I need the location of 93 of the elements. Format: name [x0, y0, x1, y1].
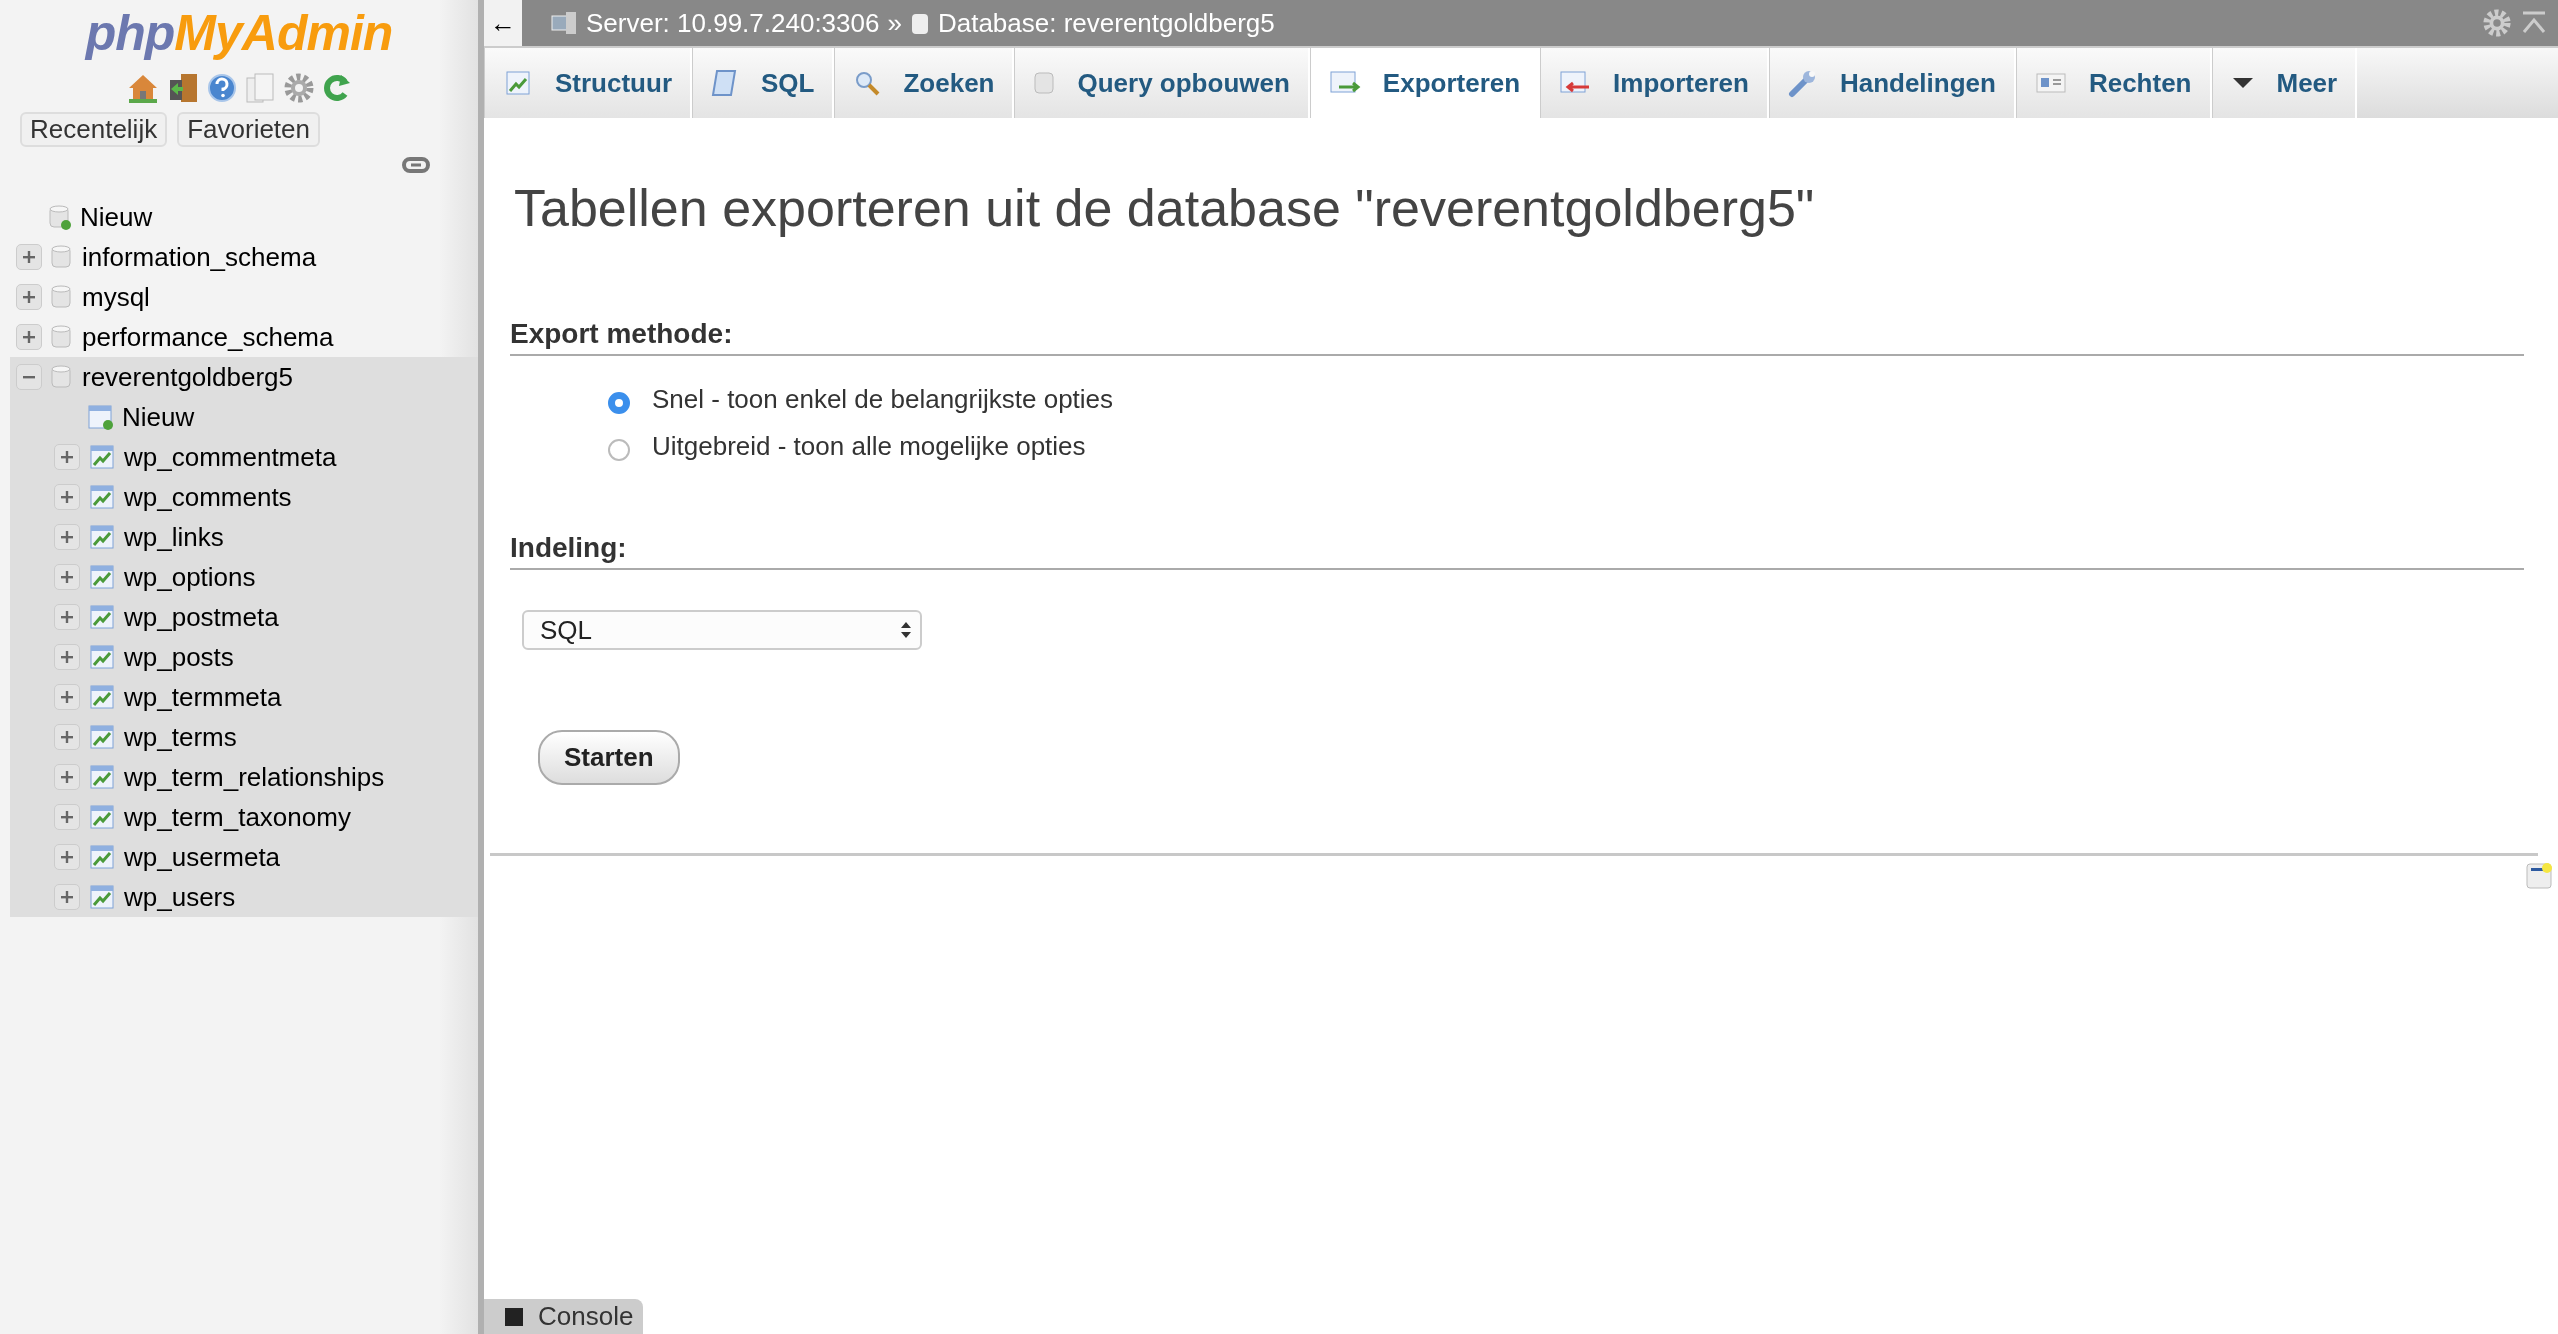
- expander-icon[interactable]: [54, 644, 80, 670]
- nav-tab[interactable]: Zoeken: [834, 48, 1015, 118]
- radio-button[interactable]: [608, 438, 630, 461]
- table-structure-icon: [88, 723, 116, 751]
- table-link[interactable]: wp_terms: [124, 721, 237, 753]
- settings-icon[interactable]: [283, 72, 315, 104]
- breadcrumb-separator: »: [887, 7, 902, 39]
- database-icon: [50, 283, 74, 311]
- wrench-icon: [1787, 68, 1818, 98]
- page-heading: Tabellen exporteren uit de database "reverentgoldberg5": [514, 178, 1816, 238]
- table-link[interactable]: wp_term_taxonomy: [124, 801, 351, 833]
- expander-icon[interactable]: [54, 444, 80, 470]
- home-icon[interactable]: [127, 73, 159, 103]
- database-link[interactable]: reverentgoldberg5: [82, 361, 294, 393]
- database-icon: [48, 203, 72, 231]
- table-link[interactable]: Nieuw: [122, 401, 195, 433]
- table-link[interactable]: wp_postmeta: [124, 601, 279, 633]
- nav-tab[interactable]: Structuur: [484, 48, 692, 118]
- page-settings-icon[interactable]: [2524, 860, 2554, 890]
- expander-icon[interactable]: [54, 844, 80, 870]
- expander-icon[interactable]: [16, 284, 42, 310]
- table-structure-icon: [88, 483, 116, 511]
- start-button[interactable]: Starten: [538, 730, 680, 785]
- nav-tab[interactable]: Query opbouwen: [1014, 48, 1310, 118]
- reload-icon[interactable]: [323, 73, 351, 103]
- up-down-arrows-icon: [900, 620, 912, 640]
- table-link[interactable]: wp_users: [124, 881, 236, 913]
- table-structure-icon: [88, 883, 116, 911]
- table-structure-icon: [88, 443, 116, 471]
- database-link[interactable]: Nieuw: [80, 201, 153, 233]
- table-link[interactable]: wp_commentmeta: [124, 441, 337, 473]
- expander-icon[interactable]: [54, 524, 80, 550]
- sidebar-tab[interactable]: Favorieten: [177, 112, 320, 147]
- database-icon: [50, 243, 74, 271]
- server-link[interactable]: Server: 10.99.7.240:3306: [586, 7, 880, 39]
- format-dropdown[interactable]: SQL: [522, 610, 922, 650]
- expander-icon[interactable]: [54, 724, 80, 750]
- radio-label[interactable]: Uitgebreid - toon alle mogelijke opties: [652, 431, 1086, 462]
- expander-icon[interactable]: [54, 684, 80, 710]
- table-link[interactable]: wp_comments: [124, 481, 292, 513]
- database-icon: [50, 323, 74, 351]
- sidebar-tab[interactable]: Recentelijk: [20, 112, 168, 147]
- expander-icon[interactable]: [54, 564, 80, 590]
- table-structure-icon: [88, 523, 116, 551]
- database-link[interactable]: performance_schema: [82, 321, 334, 353]
- table-link[interactable]: wp_termmeta: [124, 681, 282, 713]
- back-button[interactable]: ←: [484, 0, 522, 46]
- expander-icon[interactable]: [54, 764, 80, 790]
- table-structure-icon: [88, 763, 116, 791]
- new-table-icon: [86, 403, 114, 431]
- nav-tab[interactable]: Importeren: [1540, 48, 1769, 118]
- table-structure-icon: [88, 803, 116, 831]
- nav-tab[interactable]: Handelingen: [1768, 48, 2016, 118]
- radio-label[interactable]: Snel - toon enkel de belangrijkste opties: [652, 384, 1114, 415]
- nav-tab[interactable]: Meer: [2211, 48, 2358, 118]
- table-structure-icon: [88, 563, 116, 591]
- section-heading: Indeling:: [510, 532, 2524, 570]
- search-icon: [853, 69, 882, 97]
- table-link[interactable]: wp_usermeta: [124, 841, 281, 873]
- database-link[interactable]: information_schema: [82, 241, 317, 273]
- table-link[interactable]: wp_posts: [124, 641, 234, 673]
- nav-tab[interactable]: SQL: [692, 48, 835, 118]
- database-icon: [50, 363, 74, 391]
- id-card-icon: [2034, 70, 2067, 96]
- help-icon[interactable]: [207, 73, 237, 103]
- exit-door-icon[interactable]: [167, 72, 199, 104]
- console-tab[interactable]: Console: [484, 1299, 644, 1334]
- table-structure-icon: [88, 643, 116, 671]
- link-icon[interactable]: [402, 157, 430, 173]
- database-link[interactable]: Database: reverentgoldberg5: [937, 7, 1275, 39]
- table-structure-icon: [88, 843, 116, 871]
- table-structure-icon: [88, 603, 116, 631]
- expander-icon[interactable]: [54, 884, 80, 910]
- nav-tab[interactable]: Rechten: [2015, 48, 2212, 118]
- server-icon: [550, 10, 578, 36]
- logo[interactable]: phpMyAdmin: [85, 4, 393, 62]
- expander-icon[interactable]: [54, 484, 80, 510]
- expander-icon[interactable]: [54, 604, 80, 630]
- section-heading: Export methode:: [510, 318, 2524, 356]
- database-icon: [1033, 69, 1056, 97]
- table-link[interactable]: wp_term_relationships: [124, 761, 385, 793]
- expander-icon[interactable]: [16, 364, 42, 390]
- scroll-icon: [711, 68, 739, 98]
- expander-icon[interactable]: [16, 244, 42, 270]
- table-structure-icon: [503, 69, 533, 97]
- table-structure-icon: [88, 683, 116, 711]
- database-link[interactable]: mysql: [82, 281, 150, 313]
- nav-tab[interactable]: Exporteren: [1309, 48, 1541, 118]
- expander-icon[interactable]: [16, 324, 42, 350]
- radio-button[interactable]: [608, 391, 630, 414]
- table-link[interactable]: wp_links: [124, 521, 224, 553]
- expander-icon[interactable]: [54, 804, 80, 830]
- table-link[interactable]: wp_options: [124, 561, 256, 593]
